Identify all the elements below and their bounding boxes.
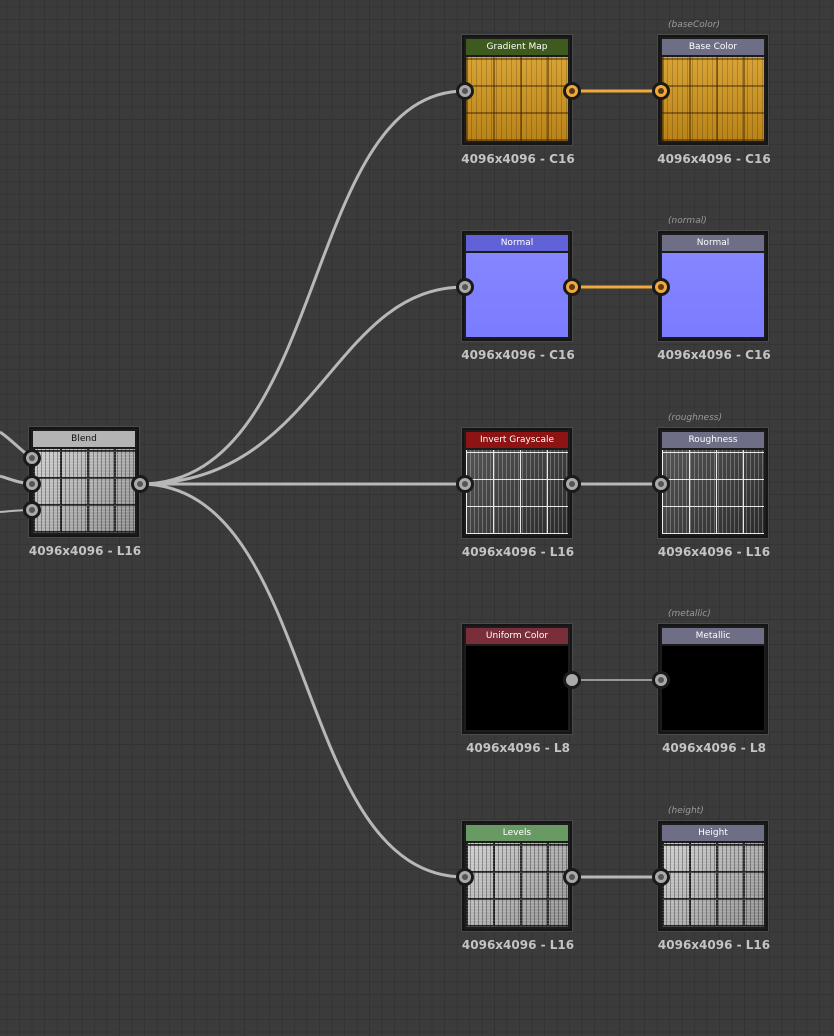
- levels-thumbnail: [466, 843, 568, 927]
- uniform-color-resolution: 4096x4096 - L8: [466, 741, 570, 755]
- base-color-output-node[interactable]: Base Color: [658, 35, 768, 145]
- levels-node-title: Levels: [466, 825, 568, 841]
- gradient-map-node[interactable]: Gradient Map: [462, 35, 572, 145]
- normal-filter-resolution: 4096x4096 - C16: [461, 348, 575, 362]
- metallic-output-node[interactable]: Metallic: [658, 624, 768, 734]
- normal-filter-output-port[interactable]: [563, 278, 581, 296]
- invert-grayscale-node-title: Invert Grayscale: [466, 432, 568, 448]
- normal-filter-input-port[interactable]: [456, 278, 474, 296]
- gradient-map-thumbnail: [466, 57, 568, 141]
- wire-blend-to-levels: [139, 482, 466, 879]
- levels-output-port[interactable]: [563, 868, 581, 886]
- levels-input-port[interactable]: [456, 868, 474, 886]
- wire-blend-to-gradient-map: [139, 89, 466, 486]
- height-thumbnail: [662, 843, 764, 927]
- normal-output-input-port[interactable]: [652, 278, 670, 296]
- height-node-title: Height: [662, 825, 764, 841]
- metallic-resolution: 4096x4096 - L8: [662, 741, 766, 755]
- height-usage-tag: (height): [668, 806, 704, 816]
- metallic-usage-tag: (metallic): [668, 609, 711, 619]
- blend-node-title: Blend: [33, 431, 135, 447]
- gradient-map-resolution: 4096x4096 - C16: [461, 152, 575, 166]
- normal-usage-tag: (normal): [668, 216, 707, 226]
- uniform-color-thumbnail: [466, 646, 568, 730]
- uniform-color-node[interactable]: Uniform Color: [462, 624, 572, 734]
- invert-grayscale-output-port[interactable]: [563, 475, 581, 493]
- base-color-node-title: Base Color: [662, 39, 764, 55]
- gradient-map-input-port[interactable]: [456, 82, 474, 100]
- height-input-port[interactable]: [652, 868, 670, 886]
- metallic-thumbnail: [662, 646, 764, 730]
- base-color-input-port[interactable]: [652, 82, 670, 100]
- roughness-output-node[interactable]: Roughness: [658, 428, 768, 538]
- roughness-usage-tag: (roughness): [668, 413, 722, 423]
- gradient-map-node-title: Gradient Map: [466, 39, 568, 55]
- base-color-resolution: 4096x4096 - C16: [657, 152, 771, 166]
- roughness-resolution: 4096x4096 - L16: [657, 545, 771, 559]
- normal-filter-thumbnail: [466, 253, 568, 337]
- base-color-thumbnail: [662, 57, 764, 141]
- uniform-color-node-title: Uniform Color: [466, 628, 568, 644]
- normal-output-node[interactable]: Normal: [658, 231, 768, 341]
- levels-resolution: 4096x4096 - L16: [461, 938, 575, 952]
- blend-node-thumbnail: [33, 449, 135, 533]
- invert-grayscale-resolution: 4096x4096 - L16: [461, 545, 575, 559]
- metallic-input-port[interactable]: [652, 671, 670, 689]
- height-resolution: 4096x4096 - L16: [657, 938, 771, 952]
- levels-node[interactable]: Levels: [462, 821, 572, 931]
- blend-node[interactable]: Blend: [29, 427, 139, 537]
- blend-input-port-2[interactable]: [23, 475, 41, 493]
- normal-output-resolution: 4096x4096 - C16: [657, 348, 771, 362]
- base-color-usage-tag: (baseColor): [668, 20, 720, 30]
- blend-input-port-1[interactable]: [23, 449, 41, 467]
- blend-input-port-3[interactable]: [23, 501, 41, 519]
- invert-grayscale-input-port[interactable]: [456, 475, 474, 493]
- roughness-node-title: Roughness: [662, 432, 764, 448]
- gradient-map-output-port[interactable]: [563, 82, 581, 100]
- normal-output-node-title: Normal: [662, 235, 764, 251]
- metallic-node-title: Metallic: [662, 628, 764, 644]
- invert-grayscale-node[interactable]: Invert Grayscale: [462, 428, 572, 538]
- normal-filter-node[interactable]: Normal: [462, 231, 572, 341]
- blend-output-port[interactable]: [131, 475, 149, 493]
- normal-output-thumbnail: [662, 253, 764, 337]
- wire-blend-to-normal: [139, 285, 466, 486]
- blend-node-resolution: 4096x4096 - L16: [28, 544, 142, 558]
- roughness-input-port[interactable]: [652, 475, 670, 493]
- uniform-color-output-port[interactable]: [563, 671, 581, 689]
- invert-grayscale-thumbnail: [466, 450, 568, 534]
- normal-filter-node-title: Normal: [466, 235, 568, 251]
- roughness-thumbnail: [662, 450, 764, 534]
- height-output-node[interactable]: Height: [658, 821, 768, 931]
